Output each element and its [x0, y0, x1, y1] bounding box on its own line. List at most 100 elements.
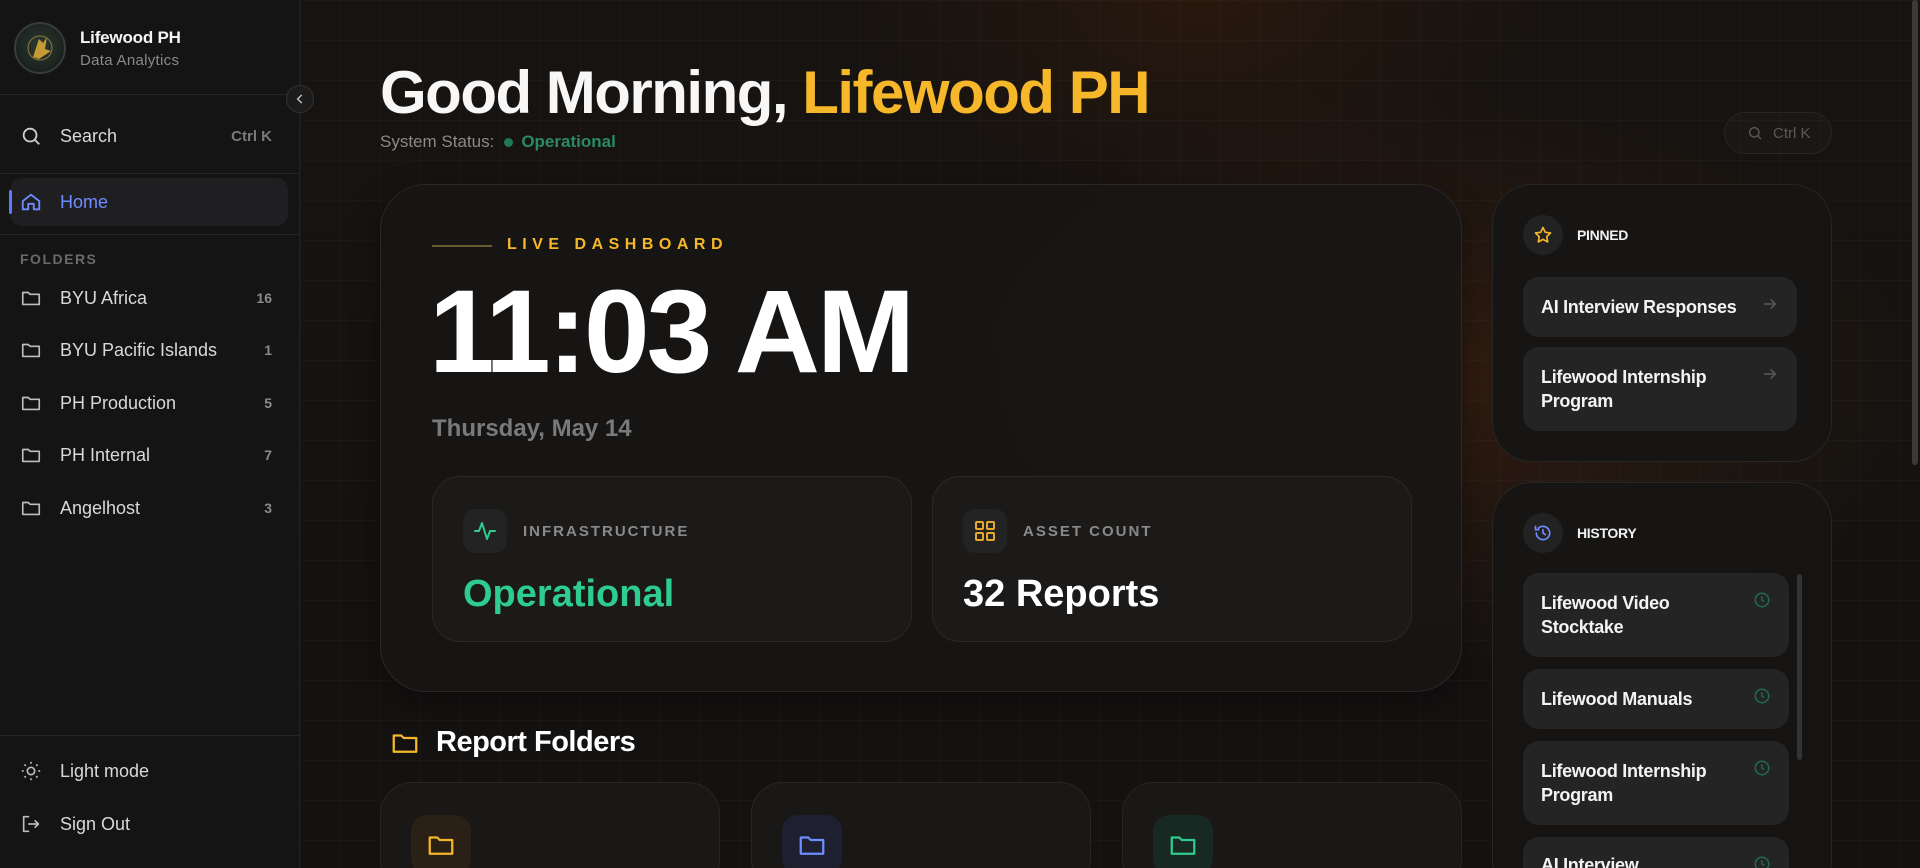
pinned-item[interactable]: Lifewood Internship Program [1523, 347, 1797, 431]
history-item-label: Lifewood Manuals [1541, 689, 1693, 709]
system-status-value: Operational [521, 132, 616, 151]
report-folders-heading: Report Folders [390, 726, 636, 759]
report-folder-card[interactable] [380, 782, 720, 868]
system-status-label: System Status: [380, 132, 495, 151]
folder-label: PH Internal [60, 444, 151, 465]
sidebar-item-home[interactable]: Home [9, 178, 288, 226]
sidebar-folder-byu-pacific-islands[interactable]: BYU Pacific Islands 1 [10, 326, 288, 374]
grid-icon [963, 509, 1007, 553]
asset-count-label: ASSET COUNT [1023, 523, 1153, 540]
report-folder-card[interactable] [751, 782, 1091, 868]
asset-count-value: 32 Reports [963, 573, 1160, 615]
folder-count: 16 [256, 290, 272, 306]
pinned-title: PINNED [1577, 227, 1629, 243]
live-dashboard-card: LIVE DASHBOARD 11:03 AM Thursday, May 14… [380, 184, 1462, 692]
brand[interactable]: Lifewood PH Data Analytics [14, 22, 181, 74]
page-title: Good Morning, Lifewood PH [380, 58, 1151, 127]
pinned-item[interactable]: AI Interview Responses [1523, 277, 1797, 337]
pinned-item-label: AI Interview Responses [1541, 297, 1737, 317]
report-folders-title: Report Folders [436, 726, 636, 758]
search-icon [1749, 127, 1762, 140]
brand-name: Lifewood PH [80, 27, 181, 47]
folder-count: 5 [264, 395, 272, 411]
page-scrollbar[interactable] [1912, 0, 1918, 465]
folder-icon [21, 448, 41, 463]
folder-label: PH Production [60, 392, 177, 413]
home-label: Home [60, 191, 109, 212]
sidebar-divider [0, 94, 300, 95]
search-icon [22, 127, 40, 145]
home-icon [21, 193, 41, 211]
history-scrollbar[interactable] [1797, 574, 1802, 760]
brand-subtitle: Data Analytics [80, 51, 180, 69]
collapse-sidebar-button[interactable] [286, 85, 314, 113]
folder-icon [1153, 815, 1213, 868]
history-item[interactable]: Lifewood Internship Program [1523, 741, 1789, 825]
light-mode-toggle[interactable]: Light mode [10, 747, 288, 795]
dashboard-label: LIVE DASHBOARD [507, 236, 729, 253]
infrastructure-value: Operational [463, 573, 675, 615]
folder-icon [782, 815, 842, 868]
star-icon [1523, 215, 1563, 255]
dashboard-label-line [432, 245, 492, 247]
pinned-panel: PINNED AI Interview Responses Lifewood I… [1492, 184, 1832, 462]
folder-label: BYU Pacific Islands [60, 339, 218, 360]
folder-icon [392, 733, 418, 753]
history-title: HISTORY [1577, 525, 1637, 541]
arrow-right-icon [1764, 298, 1777, 310]
history-item-label: Lifewood Video Stocktake [1541, 593, 1670, 637]
sign-out-icon [22, 815, 40, 833]
activity-icon [463, 509, 507, 553]
sidebar-folder-ph-internal[interactable]: PH Internal 7 [10, 431, 288, 479]
sidebar: Lifewood PH Data Analytics Search Ctrl K… [0, 0, 300, 868]
history-item-label: Lifewood Internship Program [1541, 761, 1707, 805]
folder-icon [21, 291, 41, 306]
sidebar-divider [0, 234, 300, 235]
folder-count: 1 [264, 342, 272, 358]
search-shortcut: Ctrl K [231, 127, 272, 145]
pinned-item-label: Lifewood Internship Program [1541, 367, 1707, 411]
history-item[interactable]: AI Interview Responses [1523, 837, 1789, 868]
sidebar-folder-byu-africa[interactable]: BYU Africa 16 [10, 274, 288, 322]
clock-date: Thursday, May 14 [432, 415, 632, 442]
sidebar-divider [0, 735, 300, 736]
sun-icon [21, 761, 41, 781]
history-panel: HISTORY Lifewood Video Stocktake Lifewoo… [1492, 482, 1832, 868]
clock-icon [1754, 856, 1770, 868]
system-status: System Status: Operational [380, 132, 616, 152]
folder-icon [21, 396, 41, 411]
sign-out-label: Sign Out [60, 813, 131, 834]
folders-heading: FOLDERS [20, 251, 98, 267]
arrow-right-icon [1764, 368, 1777, 380]
clock-icon [1754, 592, 1770, 608]
history-item[interactable]: Lifewood Manuals [1523, 669, 1789, 729]
clock-icon [1754, 688, 1770, 704]
folder-count: 7 [264, 447, 272, 463]
sign-out-button[interactable]: Sign Out [10, 800, 288, 848]
brand-logo [14, 22, 66, 74]
active-indicator [9, 190, 12, 214]
folder-count: 3 [264, 500, 272, 516]
header-search-button[interactable]: Ctrl K [1724, 112, 1832, 154]
light-mode-label: Light mode [60, 760, 150, 781]
infrastructure-card: INFRASTRUCTURE Operational [432, 476, 912, 642]
folder-icon [21, 343, 41, 358]
sidebar-folder-ph-production[interactable]: PH Production 5 [10, 379, 288, 427]
header-search-shortcut: Ctrl K [1773, 124, 1811, 142]
folder-icon [411, 815, 471, 868]
sidebar-search[interactable]: Search Ctrl K [10, 112, 288, 160]
report-folder-card[interactable] [1122, 782, 1462, 868]
asset-count-card: ASSET COUNT 32 Reports [932, 476, 1412, 642]
search-label: Search [60, 125, 118, 146]
sidebar-folder-angelhost[interactable]: Angelhost 3 [10, 484, 288, 532]
history-item-label: AI Interview Responses [1541, 855, 1639, 868]
folder-icon [21, 501, 41, 516]
infrastructure-label: INFRASTRUCTURE [523, 523, 690, 540]
clock-icon [1754, 760, 1770, 776]
status-dot [504, 137, 514, 147]
clock-time: 11:03 AM [429, 266, 915, 398]
sidebar-divider [0, 173, 300, 174]
history-item[interactable]: Lifewood Video Stocktake [1523, 573, 1789, 657]
chevron-left-icon [296, 94, 303, 104]
folder-label: BYU Africa [60, 287, 148, 308]
